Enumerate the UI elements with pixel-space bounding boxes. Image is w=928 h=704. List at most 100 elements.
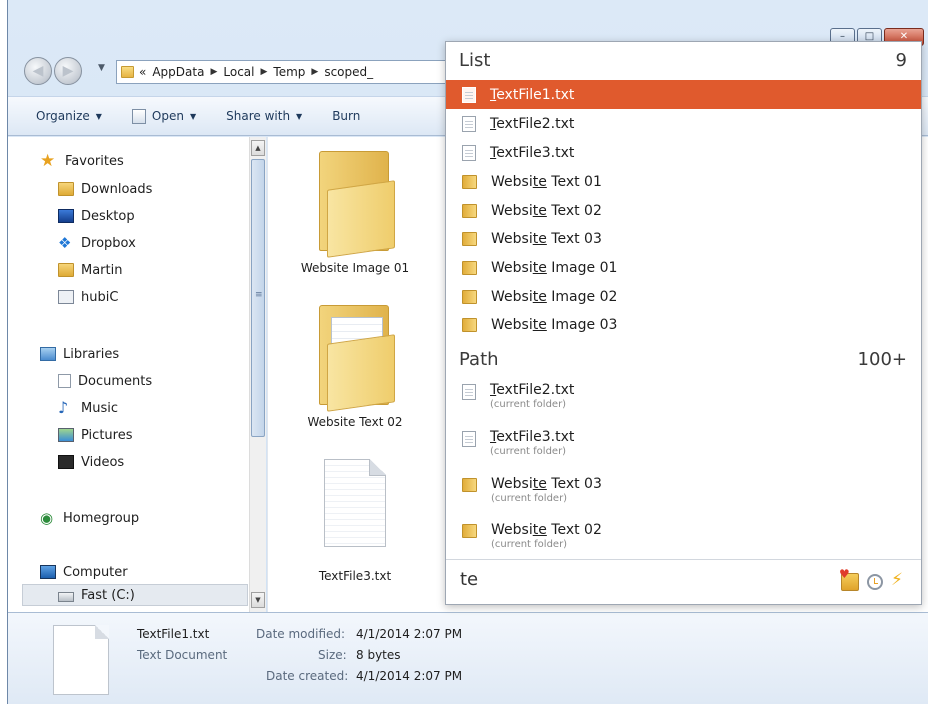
list-section-title: List [459, 49, 491, 71]
nav-item-label: hubiC [81, 289, 119, 305]
folder-icon [462, 524, 477, 538]
breadcrumb-separator-icon[interactable]: ▶ [311, 67, 318, 77]
path-result-row[interactable]: TextFile2.txt (current folder) [446, 378, 921, 420]
result-row[interactable]: Website Image 02 [446, 282, 921, 311]
organize-button[interactable]: Organize ▼ [36, 109, 102, 123]
path-result-row[interactable]: Website Text 03 (current folder) [446, 472, 921, 514]
nav-item-drive-c[interactable]: Fast (C:) [58, 584, 135, 606]
text-file-icon [462, 86, 476, 103]
navigation-scrollbar[interactable]: ▲ ≡ ▼ [249, 137, 266, 612]
nav-item-pictures[interactable]: Pictures [58, 424, 132, 446]
music-icon: ♪ [58, 398, 69, 417]
history-icon[interactable] [867, 574, 883, 590]
breadcrumb-separator-icon[interactable]: ▶ [210, 67, 217, 77]
folder-tile[interactable]: Website Text 02 [290, 299, 420, 429]
list-result-count: 9 [895, 49, 907, 71]
lightning-icon[interactable]: ⚡ [891, 571, 909, 589]
result-location: (current folder) [490, 446, 567, 457]
forward-button[interactable]: ▶ [54, 57, 82, 85]
folder-icon [462, 318, 477, 332]
nav-item-libraries[interactable]: Libraries [40, 343, 119, 365]
result-row[interactable]: TextFile2.txt [446, 109, 921, 138]
scrollbar-thumb[interactable]: ≡ [251, 159, 265, 437]
breadcrumb-appdata[interactable]: AppData [152, 65, 204, 79]
share-with-button[interactable]: Share with ▼ [226, 109, 302, 123]
result-row[interactable]: Website Text 02 [446, 196, 921, 225]
search-input[interactable]: te [460, 569, 478, 590]
nav-item-downloads[interactable]: Downloads [58, 178, 152, 200]
star-icon: ★ [40, 151, 56, 171]
details-pane: TextFile1.txt Text Document Date modifie… [8, 612, 928, 704]
result-row[interactable]: TextFile1.txt [446, 80, 921, 109]
result-row[interactable]: TextFile3.txt [446, 138, 921, 167]
burn-button[interactable]: Burn [332, 109, 360, 123]
folder-icon [462, 290, 477, 304]
nav-item-label: Dropbox [81, 235, 136, 251]
nav-item-label: Martin [81, 262, 123, 278]
nav-item-music[interactable]: ♪ Music [58, 397, 118, 419]
scroll-down-button[interactable]: ▼ [251, 592, 265, 608]
nav-item-videos[interactable]: Videos [58, 451, 124, 473]
nav-item-hubic[interactable]: hubiC [58, 286, 118, 308]
details-size-label: Size: [318, 648, 347, 662]
address-bar[interactable]: « AppData ▶ Local ▶ Temp ▶ scoped_ [116, 60, 456, 84]
details-file-type: Text Document [137, 648, 228, 662]
path-result-row[interactable]: Website Text 02 (current folder) [446, 518, 921, 560]
folder-with-documents-icon [313, 299, 397, 412]
path-section-header: Path 100+ [459, 344, 907, 374]
breadcrumb-local[interactable]: Local [223, 65, 254, 79]
breadcrumb-overflow[interactable]: « [139, 65, 146, 79]
folder-tile[interactable]: Website Image 01 [290, 145, 420, 275]
back-arrow-icon: ◀ [32, 63, 44, 79]
burn-label: Burn [332, 109, 361, 123]
tile-label: TextFile3.txt [318, 569, 392, 583]
nav-item-favorites[interactable]: ★ Favorites [40, 150, 124, 172]
details-modified-label: Date modified: [256, 627, 346, 641]
folder-heart-icon[interactable] [839, 567, 859, 591]
result-row[interactable]: Website Image 03 [446, 310, 921, 339]
nav-item-documents[interactable]: Documents [58, 370, 152, 392]
text-file-icon [462, 431, 476, 447]
share-with-label: Share with [226, 109, 291, 123]
nav-item-homegroup[interactable]: ◉ Homegroup [40, 507, 139, 529]
path-result-row[interactable]: TextFile3.txt (current folder) [446, 425, 921, 467]
folder-icon [121, 66, 134, 78]
result-row[interactable]: Website Text 01 [446, 167, 921, 196]
nav-item-label: Desktop [81, 208, 135, 224]
result-name: TextFile1.txt [490, 86, 575, 103]
scroll-up-button[interactable]: ▲ [251, 140, 265, 156]
organize-label: Organize [36, 109, 90, 123]
nav-item-label: Favorites [65, 153, 124, 169]
drive-icon [58, 591, 74, 602]
details-created-value: 4/1/2014 2:07 PM [356, 669, 463, 683]
path-result-count: 100+ [857, 348, 907, 370]
folder-icon [462, 175, 477, 189]
result-row[interactable]: Website Text 03 [446, 224, 921, 253]
open-button[interactable]: Open ▼ [131, 108, 196, 124]
recent-pages-dropdown[interactable]: ▼ [98, 63, 105, 73]
nav-item-label: Music [81, 400, 118, 416]
breadcrumb-temp[interactable]: Temp [273, 65, 305, 79]
back-button[interactable]: ◀ [24, 57, 52, 85]
hubic-icon [58, 290, 74, 304]
nav-item-martin[interactable]: Martin [58, 259, 122, 281]
result-name: Website Image 01 [491, 259, 618, 276]
search-footer: te ⚡ [446, 559, 921, 604]
breadcrumb-separator-icon[interactable]: ▶ [260, 67, 267, 77]
result-name: Website Text 01 [491, 173, 602, 190]
nav-item-desktop[interactable]: Desktop [58, 205, 135, 227]
breadcrumb-scoped[interactable]: scoped_ [324, 65, 373, 79]
nav-item-computer[interactable]: Computer [40, 561, 128, 583]
document-icon [131, 108, 146, 124]
dropbox-icon: ❖ [58, 234, 72, 252]
text-file-icon [462, 144, 476, 161]
folder-icon [58, 263, 74, 277]
nav-item-dropbox[interactable]: ❖ Dropbox [58, 232, 136, 254]
result-name: Website Text 03 [491, 476, 602, 492]
file-tile[interactable]: TextFile3.txt [290, 459, 420, 583]
nav-item-label: Videos [81, 454, 125, 470]
text-document-icon [324, 459, 386, 547]
result-name: Website Text 02 [491, 202, 602, 219]
text-file-icon [462, 384, 476, 400]
result-row[interactable]: Website Image 01 [446, 253, 921, 282]
